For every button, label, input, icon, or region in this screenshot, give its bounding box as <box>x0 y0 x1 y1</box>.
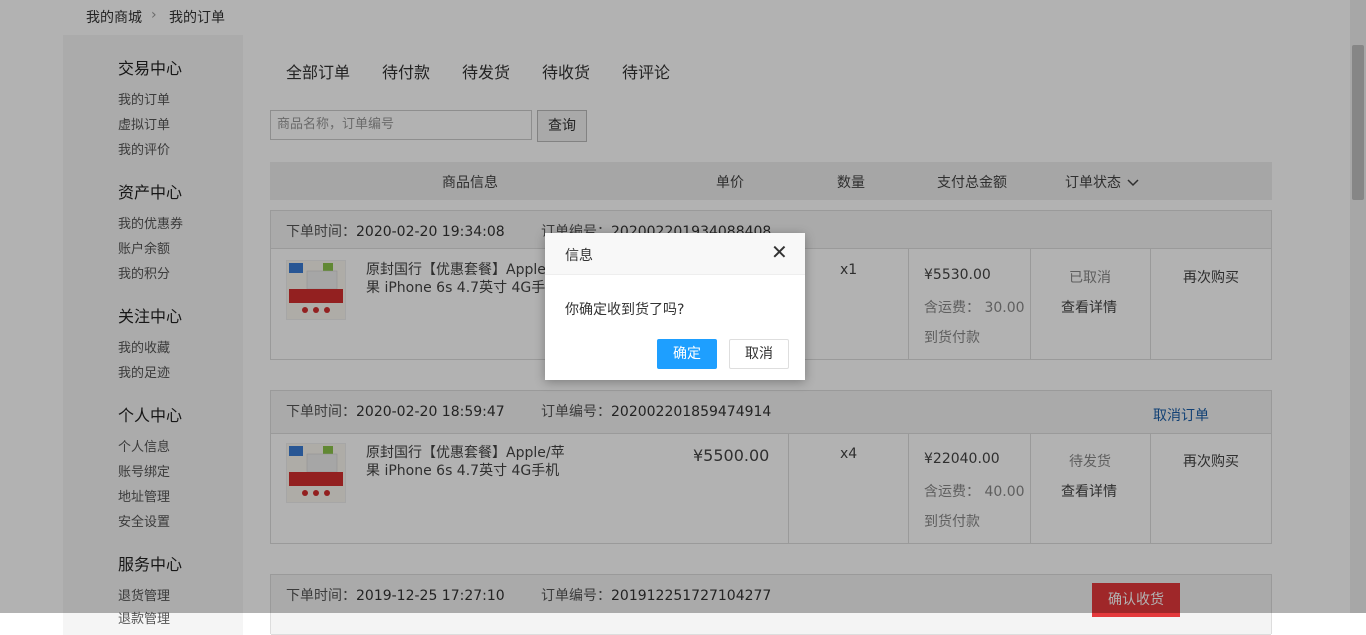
confirm-dialog: 信息 ✕ 你确定收到货了吗? 确定 取消 <box>545 233 805 380</box>
dialog-title: 信息 <box>565 248 593 264</box>
dialog-message: 你确定收到货了吗? <box>565 302 685 318</box>
close-icon[interactable]: ✕ <box>771 242 788 262</box>
confirm-button[interactable]: 确定 <box>657 339 717 369</box>
cancel-button[interactable]: 取消 <box>729 339 789 369</box>
